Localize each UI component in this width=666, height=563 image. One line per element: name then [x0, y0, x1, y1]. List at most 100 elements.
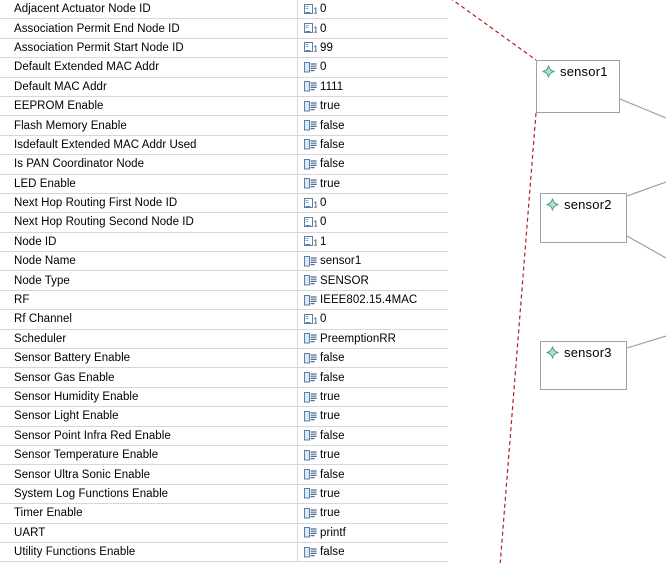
- table-row[interactable]: Adjacent Actuator Node ID 1 0: [0, 0, 448, 20]
- property-value-cell[interactable]: sensor1: [297, 252, 448, 271]
- table-row[interactable]: Default MAC Addr 1111: [0, 77, 448, 97]
- property-name: Sensor Temperature Enable: [14, 449, 159, 462]
- property-value: false: [320, 138, 345, 151]
- property-value-cell[interactable]: false: [297, 465, 448, 484]
- property-name: Isdefault Extended MAC Addr Used: [14, 138, 197, 151]
- property-value-cell[interactable]: 0: [297, 58, 448, 77]
- diagram-node-sensor3[interactable]: sensor3: [540, 341, 627, 390]
- property-value: 0: [320, 313, 327, 326]
- table-row[interactable]: Isdefault Extended MAC Addr Used false: [0, 135, 448, 156]
- model-diagram[interactable]: sensor1 sensor2 sensor3: [448, 0, 666, 563]
- property-value: true: [320, 177, 341, 190]
- property-value-cell[interactable]: true: [297, 445, 448, 465]
- table-row[interactable]: Node Type SENSOR: [0, 271, 448, 291]
- property-value-cell[interactable]: 10: [297, 310, 448, 329]
- property-name: Flash Memory Enable: [14, 119, 127, 132]
- string-type-icon: [304, 294, 317, 307]
- property-value-cell[interactable]: true: [297, 387, 448, 407]
- table-row[interactable]: Sensor Battery Enable false: [0, 349, 448, 369]
- property-value-cell[interactable]: false: [297, 368, 448, 387]
- property-value-cell[interactable]: false: [297, 155, 448, 174]
- property-value: 0: [320, 61, 327, 74]
- property-value-cell[interactable]: false: [297, 349, 448, 368]
- table-row[interactable]: Next Hop Routing First Node ID 1 0: [0, 193, 448, 214]
- property-value-cell[interactable]: false: [297, 542, 448, 562]
- property-name: LED Enable: [14, 177, 76, 190]
- property-value: SENSOR: [320, 274, 369, 287]
- property-value-cell[interactable]: true: [297, 484, 448, 504]
- table-row[interactable]: Node ID 1 1: [0, 232, 448, 253]
- table-row[interactable]: Sensor Temperature Enable true: [0, 445, 448, 466]
- property-value-cell[interactable]: PreemptionRR: [297, 329, 448, 349]
- table-row[interactable]: EEPROM Enable true: [0, 96, 448, 117]
- node-header: sensor3: [541, 342, 626, 362]
- property-value-cell[interactable]: IEEE802.15.4MAC: [297, 290, 448, 310]
- integer-type-icon: 1: [304, 41, 317, 54]
- property-name: Sensor Humidity Enable: [14, 391, 139, 403]
- property-value-cell[interactable]: 10: [297, 213, 448, 232]
- string-type-icon: [304, 526, 317, 539]
- table-row[interactable]: RF IEEE802.15.4MAC: [0, 290, 448, 311]
- node-label: sensor1: [560, 63, 608, 79]
- table-row[interactable]: Association Permit Start Node ID 1 99: [0, 38, 448, 59]
- property-value: false: [320, 468, 345, 481]
- property-value-cell[interactable]: printf: [297, 523, 448, 542]
- table-row[interactable]: Sensor Ultra Sonic Enable false: [0, 465, 448, 485]
- property-value-cell[interactable]: 10: [297, 19, 448, 38]
- property-value-cell[interactable]: 10: [297, 0, 448, 19]
- table-row[interactable]: Utility Functions Enable false: [0, 542, 448, 563]
- property-value: true: [320, 487, 341, 500]
- table-row[interactable]: Node Name sensor1: [0, 252, 448, 272]
- node-header: sensor2: [541, 194, 626, 214]
- property-name: Next Hop Routing First Node ID: [14, 197, 178, 210]
- property-value-cell[interactable]: SENSOR: [297, 271, 448, 290]
- property-value: true: [320, 100, 341, 113]
- table-row[interactable]: UART printf: [0, 523, 448, 543]
- integer-type-icon: 1: [304, 313, 317, 326]
- callout-line-top: [451, 0, 537, 61]
- table-row[interactable]: Flash Memory Enable false: [0, 116, 448, 136]
- diagram-node-sensor2[interactable]: sensor2: [540, 193, 627, 243]
- property-name: Sensor Battery Enable: [14, 352, 131, 365]
- table-row[interactable]: Sensor Point Infra Red Enable false: [0, 426, 448, 446]
- property-value-cell[interactable]: 11: [297, 232, 448, 252]
- table-row[interactable]: Is PAN Coordinator Node false: [0, 155, 448, 175]
- table-row[interactable]: Sensor Gas Enable false: [0, 368, 448, 388]
- table-row[interactable]: Next Hop Routing Second Node ID 1 0: [0, 213, 448, 233]
- node-label: sensor3: [564, 344, 612, 360]
- table-row[interactable]: Rf Channel 1 0: [0, 310, 448, 330]
- property-name: Adjacent Actuator Node ID: [14, 3, 151, 16]
- property-value-cell[interactable]: false: [297, 116, 448, 135]
- properties-table[interactable]: Adjacent Actuator Node ID 1 0 Association P…: [0, 0, 448, 563]
- diagram-node-sensor1[interactable]: sensor1: [536, 60, 620, 113]
- property-value: 0: [320, 197, 327, 210]
- callout-line-bottom: [499, 112, 537, 563]
- property-value: false: [320, 371, 345, 384]
- property-value-cell[interactable]: 1111: [297, 77, 448, 96]
- table-row[interactable]: System Log Functions Enable true: [0, 484, 448, 505]
- property-value: 1: [320, 235, 327, 248]
- property-value-cell[interactable]: false: [297, 426, 448, 445]
- property-value-cell[interactable]: true: [297, 504, 448, 523]
- property-value-cell[interactable]: true: [297, 407, 448, 426]
- property-value-cell[interactable]: true: [297, 96, 448, 116]
- integer-type-icon: 1: [304, 235, 317, 248]
- property-value-cell[interactable]: 1 99: [297, 38, 448, 58]
- property-value: false: [320, 429, 345, 442]
- table-row[interactable]: LED Enable true: [0, 174, 448, 194]
- table-row[interactable]: Timer Enable true: [0, 504, 448, 524]
- property-value: 99: [320, 41, 333, 54]
- table-row[interactable]: Scheduler PreemptionRR: [0, 329, 448, 350]
- property-name: Sensor Gas Enable: [14, 371, 115, 384]
- property-value-cell[interactable]: true: [297, 174, 448, 193]
- table-row[interactable]: Sensor Humidity Enable true: [0, 387, 448, 408]
- table-row[interactable]: Default Extended MAC Addr 0: [0, 58, 448, 78]
- property-value: false: [320, 546, 345, 559]
- property-value: false: [320, 158, 345, 171]
- table-row[interactable]: Sensor Light Enable true: [0, 407, 448, 427]
- table-row[interactable]: Association Permit End Node ID 1 0: [0, 19, 448, 39]
- property-value-cell[interactable]: 10: [297, 193, 448, 213]
- connector-sensor1-out: [619, 98, 666, 119]
- property-value: printf: [320, 526, 346, 539]
- property-value-cell[interactable]: false: [297, 135, 448, 155]
